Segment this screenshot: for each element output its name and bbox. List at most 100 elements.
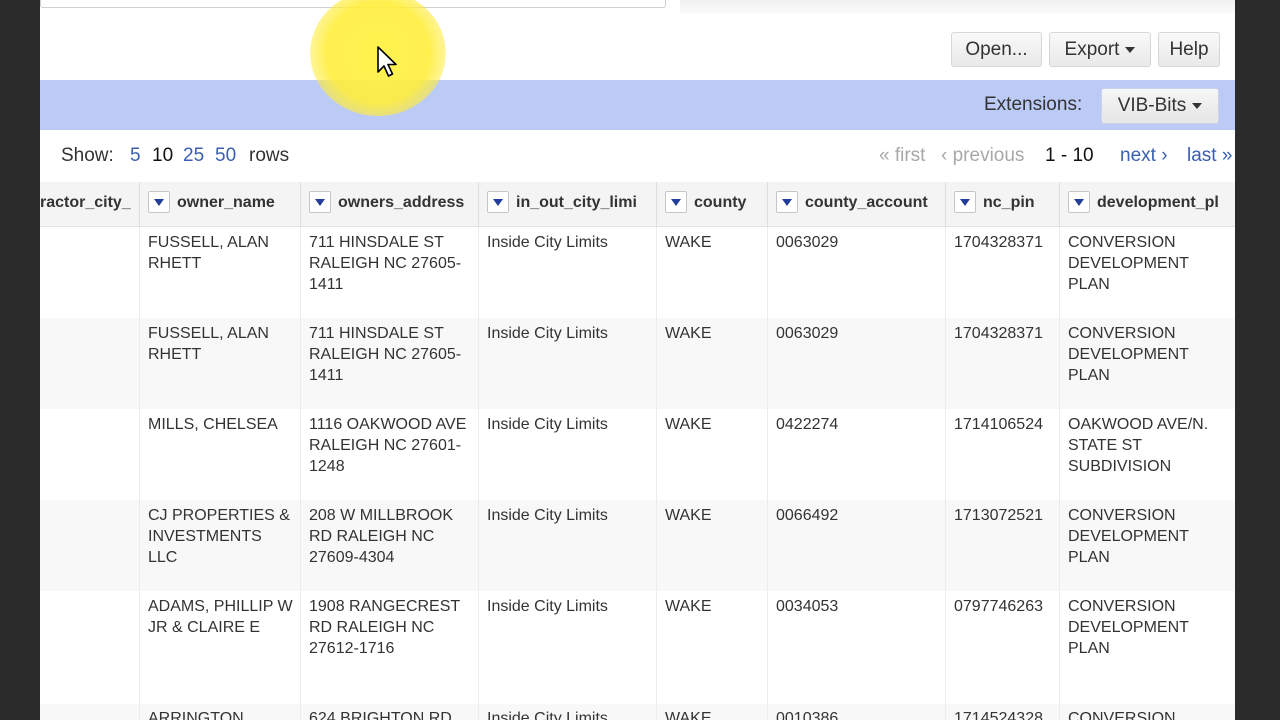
column-menu-dropdown-icon[interactable] (1068, 190, 1090, 213)
table-cell: FUSSELL, ALAN RHETT (139, 318, 300, 409)
column-header-contractor-city[interactable]: ractor_city_ (40, 182, 139, 226)
help-button[interactable]: Help (1158, 32, 1220, 67)
table-cell (40, 409, 139, 500)
toolbar-strip (680, 0, 1235, 14)
table-cell: Inside City Limits (478, 409, 656, 500)
table-cell: CONVERSION (1059, 704, 1219, 720)
page-range: 1 - 10 (1045, 145, 1094, 166)
table-cell: OAKWOOD AVE/N. STATE ST SUBDIVISION (1059, 409, 1219, 500)
column-header-label: owners_address (338, 194, 465, 211)
open-button-label: Open... (965, 39, 1028, 60)
table-cell: 0422274 (767, 409, 945, 500)
table-cell: WAKE (656, 409, 767, 500)
column-header-county[interactable]: county (656, 182, 767, 226)
table-row[interactable]: CJ PROPERTIES & INVESTMENTS LLC 208 W MI… (40, 500, 1235, 592)
vib-bits-menu-button[interactable]: VIB-Bits (1101, 88, 1219, 124)
column-header-development-plan[interactable]: development_pl (1059, 182, 1235, 226)
table-cell: 1713072521 (945, 500, 1059, 591)
table-cell: WAKE (656, 318, 767, 409)
table-cell (40, 318, 139, 409)
table-row[interactable]: MILLS, CHELSEA 1116 OAKWOOD AVE RALEIGH … (40, 409, 1235, 501)
table-cell: WAKE (656, 591, 767, 704)
page-size-25[interactable]: 25 (183, 145, 204, 167)
column-header-label: nc_pin (983, 194, 1035, 211)
column-header-label: county (694, 194, 747, 211)
table-row[interactable]: FUSSELL, ALAN RHETT 711 HINSDALE ST RALE… (40, 318, 1235, 410)
table-cell: CONVERSION DEVELOPMENT PLAN (1059, 227, 1219, 318)
table-cell: 0063029 (767, 227, 945, 318)
show-label: Show: (61, 145, 114, 166)
last-page-link[interactable]: last » (1187, 145, 1232, 167)
table-cell: CONVERSION DEVELOPMENT PLAN (1059, 500, 1219, 591)
column-header-label: ractor_city_ (40, 194, 131, 211)
table-cell: 1704328371 (945, 318, 1059, 409)
table-row[interactable]: ARRINGTON 624 BRIGHTON RD Inside City Li… (40, 704, 1235, 720)
table-cell: CONVERSION DEVELOPMENT PLAN (1059, 591, 1219, 704)
column-header-owners-address[interactable]: owners_address (300, 182, 478, 226)
column-menu-dropdown-icon[interactable] (776, 190, 798, 213)
column-header-label: in_out_city_limi (516, 194, 637, 211)
export-button-label: Export (1064, 39, 1120, 60)
page-size-10: 10 (152, 145, 174, 166)
column-header-nc-pin[interactable]: nc_pin (945, 182, 1059, 226)
column-menu-dropdown-icon[interactable] (665, 190, 687, 213)
first-page-link: « first (879, 145, 926, 166)
previous-page-link: ‹ previous (941, 145, 1025, 166)
openrefine-window: Open... Export Help Extensions: VIB-Bits… (40, 0, 1235, 720)
table-cell: 1908 RANGECREST RD RALEIGH NC 27612-1716 (300, 591, 478, 704)
top-toolbar: Open... Export Help (40, 0, 1235, 80)
table-cell: Inside City Limits (478, 227, 656, 318)
table-cell: 624 BRIGHTON RD (300, 704, 478, 720)
table-cell: WAKE (656, 227, 767, 318)
column-header-county-account[interactable]: county_account (767, 182, 945, 226)
table-cell: 1704328371 (945, 227, 1059, 318)
table-cell: MILLS, CHELSEA (139, 409, 300, 500)
table-cell: 0797746263 (945, 591, 1059, 704)
column-menu-dropdown-icon[interactable] (309, 190, 331, 213)
column-menu-dropdown-icon[interactable] (487, 190, 509, 213)
next-page-link[interactable]: next › (1120, 145, 1168, 167)
table-cell: WAKE (656, 704, 767, 720)
table-cell: Inside City Limits (478, 704, 656, 720)
page-size-50[interactable]: 50 (215, 145, 236, 167)
column-header-in-out-city-limits[interactable]: in_out_city_limi (478, 182, 656, 226)
column-header-label: county_account (805, 194, 928, 211)
table-cell: Inside City Limits (478, 500, 656, 591)
table-row[interactable]: ADAMS, PHILLIP W JR & CLAIRE E 1908 RANG… (40, 591, 1235, 705)
table-cell (40, 227, 139, 318)
chevron-down-icon (1125, 46, 1136, 53)
column-header-label: development_pl (1097, 194, 1219, 211)
table-cell: 0034053 (767, 591, 945, 704)
table-cell: 0063029 (767, 318, 945, 409)
export-button[interactable]: Export (1049, 32, 1151, 67)
chevron-down-icon (1192, 102, 1203, 109)
column-menu-dropdown-icon[interactable] (148, 190, 170, 213)
extensions-label: Extensions: (984, 94, 1083, 115)
column-header-owner-name[interactable]: owner_name (139, 182, 300, 226)
table-cell (40, 704, 139, 720)
table-cell (40, 591, 139, 704)
table-cell: CONVERSION DEVELOPMENT PLAN (1059, 318, 1219, 409)
table-cell: ADAMS, PHILLIP W JR & CLAIRE E (139, 591, 300, 704)
table-cell: FUSSELL, ALAN RHETT (139, 227, 300, 318)
page-size-5[interactable]: 5 (130, 145, 141, 167)
column-header-label: owner_name (177, 194, 275, 211)
table-cell: WAKE (656, 500, 767, 591)
table-cell: Inside City Limits (478, 591, 656, 704)
table-row[interactable]: FUSSELL, ALAN RHETT 711 HINSDALE ST RALE… (40, 227, 1235, 319)
table-cell: CJ PROPERTIES & INVESTMENTS LLC (139, 500, 300, 591)
table-cell: 711 HINSDALE ST RALEIGH NC 27605-1411 (300, 227, 478, 318)
project-title-field[interactable] (40, 0, 666, 8)
table-cell: 1116 OAKWOOD AVE RALEIGH NC 27601-1248 (300, 409, 478, 500)
table-cell: 1714106524 (945, 409, 1059, 500)
rows-label: rows (249, 145, 290, 166)
column-menu-dropdown-icon[interactable] (954, 190, 976, 213)
table-cell: 711 HINSDALE ST RALEIGH NC 27605-1411 (300, 318, 478, 409)
table-cell: ARRINGTON (139, 704, 300, 720)
vib-bits-label: VIB-Bits (1117, 95, 1187, 116)
open-button[interactable]: Open... (951, 32, 1042, 67)
table-cell: 208 W MILLBROOK RD RALEIGH NC 27609-4304 (300, 500, 478, 591)
help-button-label: Help (1169, 39, 1209, 60)
table-cell: 0066492 (767, 500, 945, 591)
table-cell: 0010386 (767, 704, 945, 720)
